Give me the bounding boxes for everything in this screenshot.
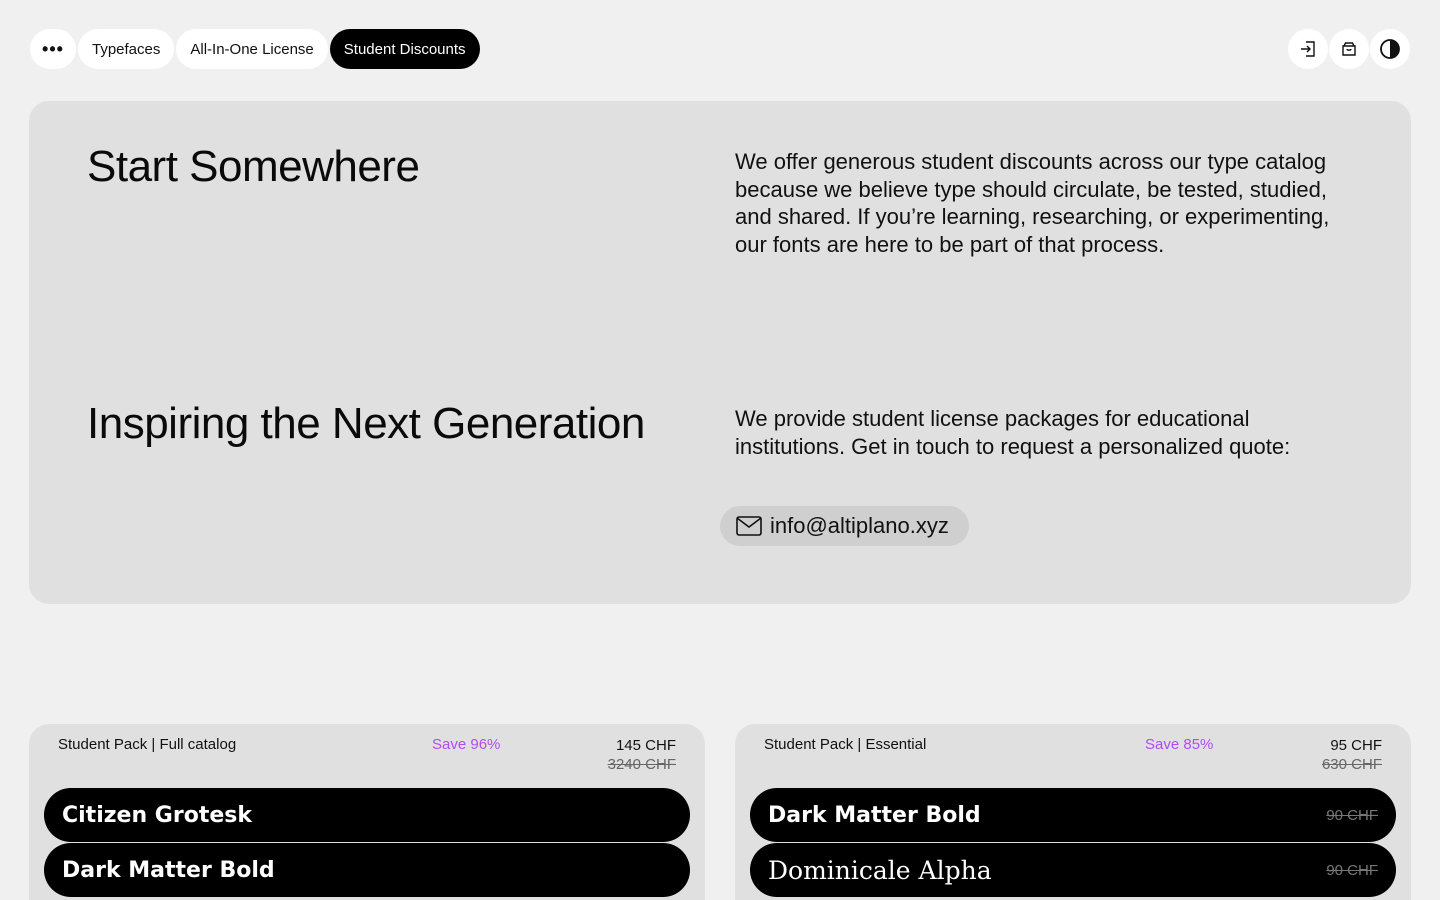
font-name: Dark Matter Bold — [62, 857, 275, 883]
main-nav: ••• Typefaces All-In-One License Student… — [30, 29, 480, 69]
pack-price: 95 CHF 630 CHF — [1322, 736, 1382, 774]
more-menu-button[interactable]: ••• — [30, 29, 76, 69]
font-name: Citizen Grotesk — [62, 802, 252, 828]
pack-save-badge: Save 85% — [1145, 736, 1214, 753]
cart-icon — [1342, 42, 1356, 56]
pack-current-price: 95 CHF — [1330, 737, 1382, 754]
student-pack-full-catalog-card: Student Pack | Full catalog Save 96% 145… — [29, 724, 705, 900]
section-title-next-generation: Inspiring the Next Generation — [87, 399, 645, 448]
pack-name: Student Pack | Essential — [764, 736, 927, 753]
nav-student-discounts[interactable]: Student Discounts — [329, 29, 480, 69]
email-address: info@altiplano.xyz — [770, 513, 949, 538]
login-button[interactable] — [1288, 29, 1328, 69]
section-title-start-somewhere: Start Somewhere — [87, 142, 420, 191]
section-text-start-somewhere: We offer generous student discounts acro… — [735, 149, 1330, 257]
more-dots-icon: ••• — [42, 38, 64, 59]
font-name: Dark Matter Bold — [768, 802, 981, 828]
font-price: 90 CHF — [1326, 861, 1378, 879]
login-icon — [1301, 41, 1315, 57]
pack-name: Student Pack | Full catalog — [58, 736, 237, 753]
font-row-citizen-grotesk[interactable]: Citizen Grotesk — [44, 788, 690, 842]
pack-old-price: 630 CHF — [1321, 756, 1382, 773]
toolbar — [1288, 29, 1410, 69]
top-bar: ••• Typefaces All-In-One License Student… — [30, 29, 1410, 69]
cart-button[interactable] — [1329, 29, 1369, 69]
font-price: 90 CHF — [1326, 806, 1378, 824]
contrast-icon — [1380, 39, 1400, 59]
email-contact-link[interactable]: info@altiplano.xyz — [720, 506, 969, 546]
nav-typefaces[interactable]: Typefaces — [78, 29, 175, 69]
pack-current-price: 145 CHF — [615, 737, 676, 754]
font-name: Dominicale Alpha — [768, 855, 992, 885]
pack-save-badge: Save 96% — [432, 736, 501, 753]
pack-price: 145 CHF 3240 CHF — [608, 736, 676, 774]
font-row-dark-matter-bold[interactable]: Dark Matter Bold 90 CHF — [750, 788, 1396, 842]
font-row-dark-matter-bold[interactable]: Dark Matter Bold — [44, 843, 690, 897]
font-row-dominicale-alpha[interactable]: Dominicale Alpha 90 CHF — [750, 843, 1396, 897]
student-pack-essential-card: Student Pack | Essential Save 85% 95 CHF… — [735, 724, 1411, 900]
contrast-toggle[interactable] — [1370, 29, 1410, 69]
nav-all-in-one-license[interactable]: All-In-One License — [176, 29, 328, 69]
section-text-next-generation: We provide student license packages for … — [735, 406, 1291, 459]
pack-old-price: 3240 CHF — [607, 756, 676, 773]
mail-icon — [736, 516, 762, 536]
student-discounts-panel: Start Somewhere We offer generous studen… — [29, 101, 1411, 604]
